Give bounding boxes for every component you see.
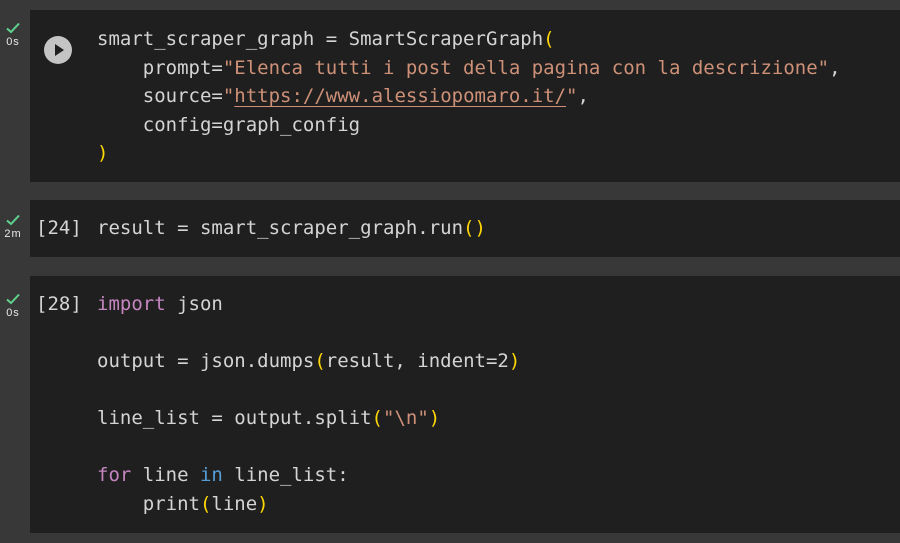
execution-status: 0s (3, 22, 23, 48)
code-cell-3[interactable]: 0s [28] import json output = json.dumps(r… (0, 276, 900, 533)
check-icon (6, 214, 20, 226)
run-cell-button[interactable] (44, 36, 72, 64)
execution-status: 2m (3, 214, 23, 240)
execution-time: 2m (4, 228, 22, 240)
execution-count: [24] (36, 217, 82, 239)
cell-gutter: 0s (0, 276, 30, 533)
cell-gutter: 0s (0, 10, 30, 182)
check-icon (6, 22, 20, 34)
execution-status: 0s (3, 293, 23, 319)
code-content[interactable]: import json output = json.dumps(result, i… (97, 290, 520, 518)
execution-time: 0s (6, 36, 20, 48)
code-content[interactable]: smart_scraper_graph = SmartScraperGraph(… (97, 25, 841, 168)
check-icon (6, 293, 20, 305)
cell-gutter: 2m (0, 200, 30, 257)
url-link[interactable]: https://www.alessiopomaro.it/ (234, 85, 566, 107)
code-content[interactable]: result = smart_scraper_graph.run() (97, 214, 486, 243)
execution-time: 0s (6, 307, 20, 319)
play-icon (55, 44, 64, 56)
code-cell-1[interactable]: 0s smart_scraper_graph = SmartScraperGra… (0, 10, 900, 182)
execution-count: [28] (36, 293, 82, 315)
code-cell-2[interactable]: 2m [24] result = smart_scraper_graph.run… (0, 200, 900, 257)
